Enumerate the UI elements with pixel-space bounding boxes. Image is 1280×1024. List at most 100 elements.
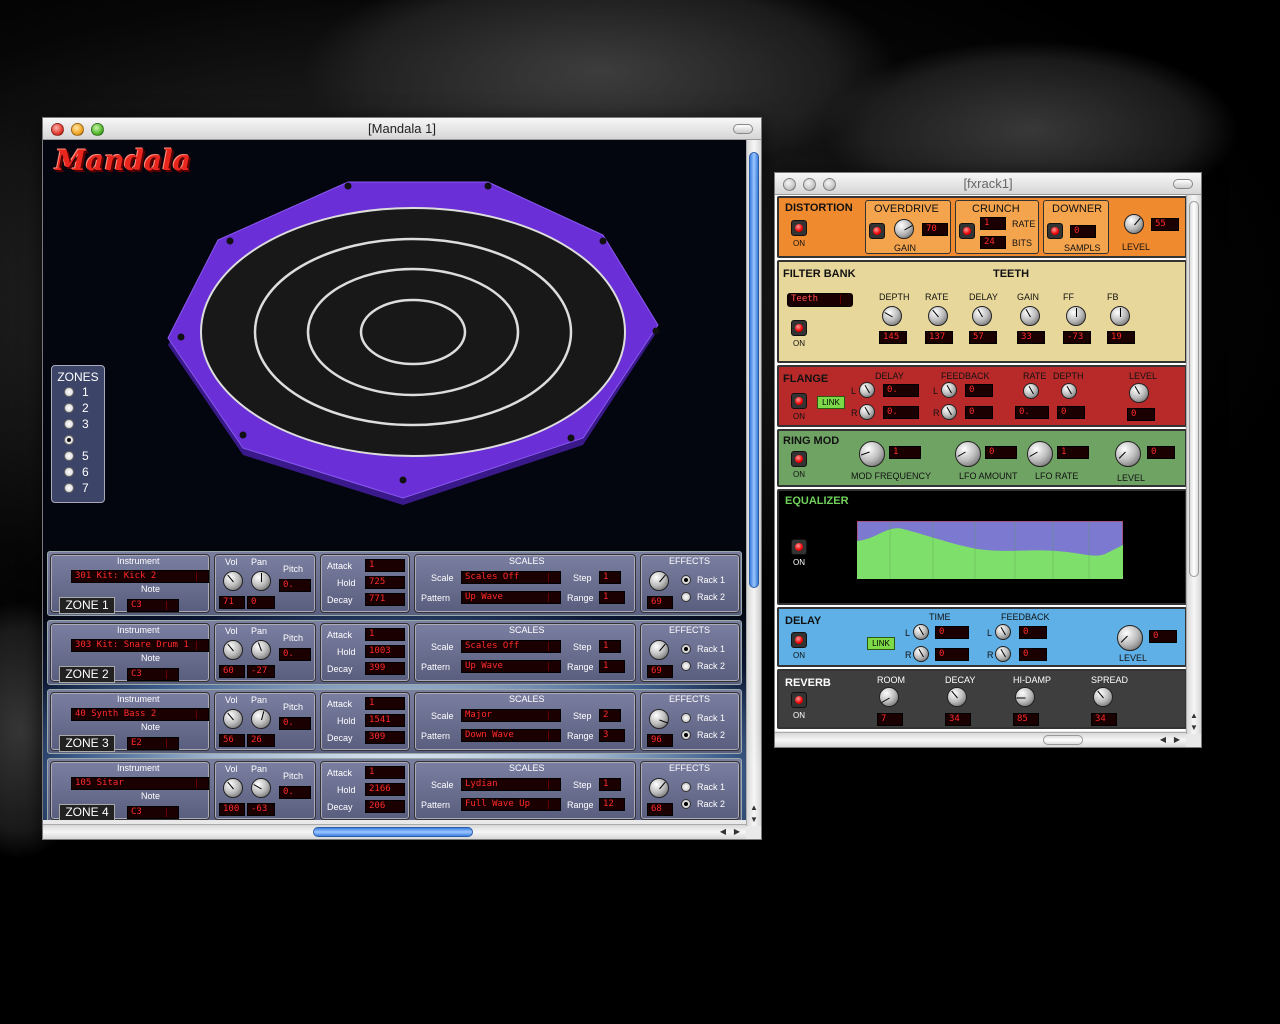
rack-1-radio[interactable]	[681, 575, 691, 585]
vol-knob[interactable]	[223, 778, 243, 798]
lfo-rate-display[interactable]: 1	[1057, 446, 1089, 459]
pattern-dropdown[interactable]: Up Wave	[461, 591, 561, 604]
flange-feedback-l-display[interactable]: 0	[965, 384, 993, 397]
overdrive-on-button[interactable]	[869, 223, 885, 239]
ringmod-on-button[interactable]	[791, 451, 807, 467]
fxrack-titlebar[interactable]: [fxrack1]	[775, 173, 1201, 195]
range-display[interactable]: 12	[599, 798, 625, 811]
fb-param-display[interactable]: 137	[925, 331, 953, 344]
note-dropdown[interactable]: C3	[127, 806, 179, 819]
delay-feedback-l-knob[interactable]	[995, 624, 1011, 640]
lfo-amount-knob[interactable]	[955, 441, 981, 467]
instrument-dropdown[interactable]: 303 Kit: Snare Drum 1	[71, 639, 209, 652]
zone-option-6[interactable]: 6	[52, 464, 104, 480]
reverb-param-knob[interactable]	[947, 687, 967, 707]
reverb-param-display[interactable]: 34	[1091, 713, 1117, 726]
fxrack-horizontal-scrollbar[interactable]: ◀ ▶	[775, 732, 1186, 747]
samples-display[interactable]: 0	[1070, 225, 1096, 238]
scale-dropdown[interactable]: Scales Off	[461, 571, 561, 584]
pattern-dropdown[interactable]: Down Wave	[461, 729, 561, 742]
toolbar-toggle-button[interactable]	[733, 124, 753, 134]
zone-option-7[interactable]: 7	[52, 480, 104, 496]
note-dropdown[interactable]: C3	[127, 599, 179, 612]
zoom-button[interactable]	[91, 123, 104, 136]
pan-knob[interactable]	[251, 571, 271, 591]
fb-param-display[interactable]: 145	[879, 331, 907, 344]
ringmod-level-display[interactable]: 0	[1147, 446, 1175, 459]
lfo-rate-knob[interactable]	[1027, 441, 1053, 467]
delay-feedback-r-display[interactable]: 0	[1019, 648, 1047, 661]
vol-display[interactable]: 60	[219, 665, 245, 678]
flange-level-knob[interactable]	[1129, 383, 1149, 403]
delay-level-knob[interactable]	[1117, 625, 1143, 651]
gain-knob[interactable]	[894, 219, 914, 239]
zone-option-2[interactable]: 2	[52, 400, 104, 416]
close-button[interactable]	[783, 178, 796, 191]
delay-time-l-display[interactable]: 0	[935, 626, 969, 639]
mod-frequency-display[interactable]: 1	[889, 446, 921, 459]
scroll-down-arrow[interactable]: ▼	[750, 815, 758, 824]
zone-option-5[interactable]: 5	[52, 448, 104, 464]
effects-send-display[interactable]: 69	[647, 596, 673, 609]
range-display[interactable]: 1	[599, 591, 625, 604]
radio-icon[interactable]	[64, 451, 74, 461]
flange-delay-l-knob[interactable]	[859, 382, 875, 398]
attack-display[interactable]: 1	[365, 559, 405, 572]
effects-send-display[interactable]: 68	[647, 803, 673, 816]
effects-send-knob[interactable]	[649, 640, 669, 660]
reverb-param-knob[interactable]	[1015, 687, 1035, 707]
decay-display[interactable]: 399	[365, 662, 405, 675]
vol-knob[interactable]	[223, 640, 243, 660]
rack-1-radio[interactable]	[681, 782, 691, 792]
lfo-amount-display[interactable]: 0	[985, 446, 1017, 459]
radio-icon[interactable]	[64, 403, 74, 413]
scroll-right-arrow[interactable]: ▶	[1174, 735, 1180, 744]
pan-display[interactable]: 26	[247, 734, 275, 747]
fb-param-knob[interactable]	[972, 306, 992, 326]
radio-icon[interactable]	[64, 483, 74, 493]
mandala-horizontal-scrollbar[interactable]: ◀ ▶	[43, 824, 746, 839]
attack-display[interactable]: 1	[365, 766, 405, 779]
scroll-up-arrow[interactable]: ▲	[750, 803, 758, 812]
step-display[interactable]: 1	[599, 778, 621, 791]
pan-display[interactable]: -27	[247, 665, 275, 678]
radio-icon[interactable]	[64, 419, 74, 429]
hold-display[interactable]: 1541	[365, 714, 405, 727]
hold-display[interactable]: 725	[365, 576, 405, 589]
vol-knob[interactable]	[223, 571, 243, 591]
pan-display[interactable]: -63	[247, 803, 275, 816]
reverb-param-display[interactable]: 85	[1013, 713, 1039, 726]
flange-delay-r-knob[interactable]	[859, 404, 875, 420]
minimize-button[interactable]	[71, 123, 84, 136]
vertical-scroll-thumb[interactable]	[1189, 201, 1199, 577]
effects-send-knob[interactable]	[649, 778, 669, 798]
pitch-display[interactable]: 0.	[279, 786, 311, 799]
filterbank-on-button[interactable]	[791, 320, 807, 336]
radio-icon[interactable]	[64, 467, 74, 477]
step-display[interactable]: 1	[599, 640, 621, 653]
scroll-up-arrow[interactable]: ▲	[1190, 711, 1198, 720]
fb-param-display[interactable]: 33	[1017, 331, 1045, 344]
fb-param-knob[interactable]	[882, 306, 902, 326]
delay-feedback-l-display[interactable]: 0	[1019, 626, 1047, 639]
flange-rate-knob[interactable]	[1023, 383, 1039, 399]
instrument-dropdown[interactable]: 105 Sitar	[71, 777, 209, 790]
step-display[interactable]: 2	[599, 709, 621, 722]
reverb-param-knob[interactable]	[879, 687, 899, 707]
pan-knob[interactable]	[251, 709, 271, 729]
zoom-button[interactable]	[823, 178, 836, 191]
flange-feedback-l-knob[interactable]	[941, 382, 957, 398]
delay-level-display[interactable]: 0	[1149, 630, 1177, 643]
downer-on-button[interactable]	[1047, 223, 1063, 239]
fb-param-knob[interactable]	[1110, 306, 1130, 326]
eq-curve-display[interactable]	[857, 521, 1123, 579]
rack-2-radio[interactable]	[681, 661, 691, 671]
instrument-dropdown[interactable]: 40 Synth Bass 2	[71, 708, 209, 721]
delay-link-button[interactable]: LINK	[867, 637, 895, 650]
flange-rate-display[interactable]: 0.	[1015, 406, 1049, 419]
flange-delay-r-display[interactable]: 0.	[883, 406, 919, 419]
scroll-down-arrow[interactable]: ▼	[1190, 723, 1198, 732]
step-display[interactable]: 1	[599, 571, 621, 584]
distortion-on-button[interactable]	[791, 220, 807, 236]
minimize-button[interactable]	[803, 178, 816, 191]
